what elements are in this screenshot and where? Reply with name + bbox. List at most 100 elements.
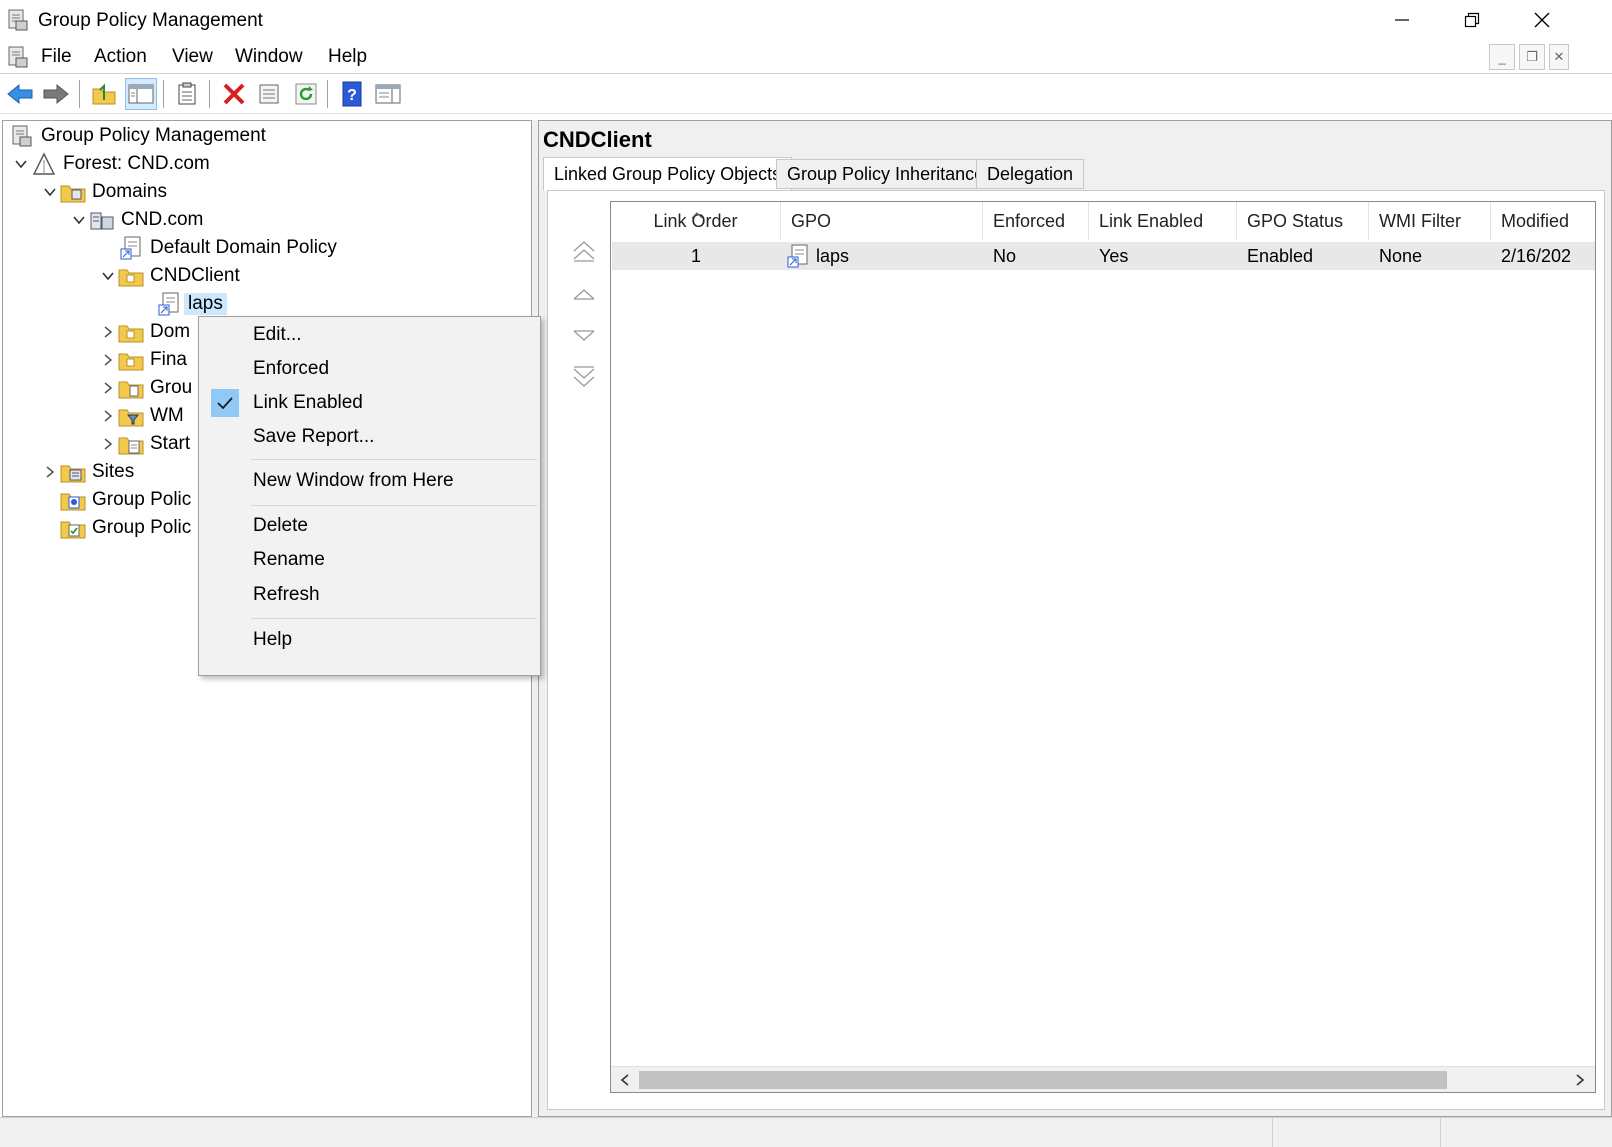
menu-item-label: Help xyxy=(253,629,293,650)
tree-item-starter-gpos[interactable]: Start xyxy=(98,431,190,457)
chevron-down-icon[interactable] xyxy=(40,182,60,202)
menu-item-enforced[interactable]: Enforced xyxy=(201,353,538,385)
back-arrow-icon[interactable] xyxy=(4,78,36,110)
chevron-right-icon[interactable] xyxy=(98,350,118,370)
gpo-link-icon xyxy=(156,292,182,316)
tab-label: Linked Group Policy Objects xyxy=(554,163,782,184)
col-wmi-filter[interactable]: WMI Filter xyxy=(1369,202,1491,240)
chevron-down-icon[interactable] xyxy=(69,210,89,230)
menu-item-rename[interactable]: Rename xyxy=(201,544,538,576)
menu-item-new-window[interactable]: New Window from Here xyxy=(201,465,538,497)
minimize-button[interactable] xyxy=(1367,0,1437,40)
tree-label: CNDClient xyxy=(150,265,240,286)
menu-bar: File Action View Window Help _ ❐ ✕ xyxy=(0,40,1612,74)
menu-file[interactable]: File xyxy=(41,46,72,68)
context-menu: Edit... Enforced Link Enabled Save Repor… xyxy=(198,316,541,676)
help-icon[interactable]: ? xyxy=(336,78,368,110)
tree-label: Start xyxy=(150,433,191,454)
close-button[interactable] xyxy=(1507,0,1577,40)
menu-item-label: Save Report... xyxy=(253,426,375,447)
tab-linked-gpos[interactable]: Linked Group Policy Objects xyxy=(543,157,793,191)
menu-item-refresh[interactable]: Refresh xyxy=(201,579,538,611)
tab-gp-inheritance[interactable]: Group Policy Inheritance xyxy=(776,159,996,189)
mdi-close-button[interactable]: ✕ xyxy=(1549,44,1569,70)
wmi-filter-folder-icon xyxy=(118,404,144,428)
menu-item-link-enabled[interactable]: Link Enabled xyxy=(201,387,538,419)
col-gpo-status[interactable]: GPO Status xyxy=(1237,202,1369,240)
menu-item-delete[interactable]: Delete xyxy=(201,510,538,542)
show-hide-tree-icon[interactable] xyxy=(125,78,157,110)
tree-item-root[interactable]: Group Policy Management xyxy=(9,123,266,149)
tab-label: Delegation xyxy=(987,163,1074,184)
tree-item-domain-controllers[interactable]: Dom xyxy=(98,319,190,345)
menu-item-help[interactable]: Help xyxy=(201,624,538,656)
forward-arrow-icon[interactable] xyxy=(40,78,72,110)
column-header-label: GPO Status xyxy=(1247,210,1344,231)
tree-item-gp-results[interactable]: Group Polic xyxy=(60,515,191,541)
col-link-enabled[interactable]: Link Enabled xyxy=(1089,202,1237,240)
tree-item-finance[interactable]: Fina xyxy=(98,347,187,373)
delete-icon[interactable] xyxy=(218,78,250,110)
cell-gpo-status: Enabled xyxy=(1247,245,1314,266)
tree-item-gp-modeling[interactable]: Group Polic xyxy=(60,487,191,513)
move-down-icon[interactable] xyxy=(568,319,600,351)
linked-gpo-list[interactable]: Link Order GPO Enforced Link Enabled GPO… xyxy=(610,201,1596,1093)
gp-modeling-icon xyxy=(60,488,86,512)
status-divider xyxy=(1440,1118,1441,1147)
column-header-label: Modified xyxy=(1501,210,1570,231)
chevron-right-icon[interactable] xyxy=(98,378,118,398)
sort-ascending-icon xyxy=(691,203,703,225)
menu-item-save-report[interactable]: Save Report... xyxy=(201,421,538,453)
export-list-icon[interactable] xyxy=(171,78,203,110)
toolbar-separator xyxy=(209,80,210,108)
tree-item-group-policy-objects[interactable]: Grou xyxy=(98,375,192,401)
chevron-right-icon[interactable] xyxy=(40,462,60,482)
tree-item-domain-cnd[interactable]: CND.com xyxy=(69,207,203,233)
col-modified[interactable]: Modified xyxy=(1491,202,1595,240)
tree-label: Default Domain Policy xyxy=(150,237,337,258)
container-title: CNDClient xyxy=(543,127,652,152)
tree-label: Fina xyxy=(150,349,187,370)
move-up-icon[interactable] xyxy=(568,279,600,311)
console-menu-icon[interactable] xyxy=(6,45,30,69)
tree-item-laps[interactable]: laps xyxy=(156,291,227,317)
mdi-minimize-button[interactable]: _ xyxy=(1489,44,1515,70)
scroll-left-icon[interactable] xyxy=(614,1069,636,1091)
show-action-pane-icon[interactable] xyxy=(372,78,404,110)
mdi-restore-button[interactable]: ❐ xyxy=(1519,44,1545,70)
tab-delegation[interactable]: Delegation xyxy=(976,159,1085,189)
tree-item-forest[interactable]: Forest: CND.com xyxy=(11,151,210,177)
column-header-label: Enforced xyxy=(993,210,1066,231)
up-folder-icon[interactable] xyxy=(88,78,120,110)
refresh-icon[interactable] xyxy=(290,78,322,110)
restore-button[interactable] xyxy=(1437,0,1507,40)
tree-item-sites[interactable]: Sites xyxy=(40,459,134,485)
chevron-right-icon[interactable] xyxy=(98,406,118,426)
menu-view[interactable]: View xyxy=(172,46,213,68)
toolbar-separator xyxy=(79,80,80,108)
cell-modified: 2/16/202 xyxy=(1501,245,1572,266)
chevron-down-icon[interactable] xyxy=(98,266,118,286)
properties-icon[interactable] xyxy=(253,78,285,110)
menu-window[interactable]: Window xyxy=(235,46,303,68)
tree-item-default-domain-policy[interactable]: Default Domain Policy xyxy=(118,235,337,261)
menu-help[interactable]: Help xyxy=(328,46,367,68)
tree-item-cndclient[interactable]: CNDClient xyxy=(98,263,240,289)
scroll-thumb[interactable] xyxy=(639,1071,1447,1089)
col-enforced[interactable]: Enforced xyxy=(983,202,1089,240)
chevron-right-icon[interactable] xyxy=(98,322,118,342)
menu-action[interactable]: Action xyxy=(94,46,147,68)
horizontal-scrollbar[interactable] xyxy=(611,1066,1595,1092)
scroll-right-icon[interactable] xyxy=(1569,1069,1591,1091)
move-to-bottom-icon[interactable] xyxy=(568,361,600,393)
move-to-top-icon[interactable] xyxy=(568,235,600,267)
tree-label: WM xyxy=(150,405,184,426)
title-bar: Group Policy Management xyxy=(0,0,1612,40)
menu-item-label: Link Enabled xyxy=(253,392,363,413)
chevron-down-icon[interactable] xyxy=(11,154,31,174)
menu-item-edit[interactable]: Edit... xyxy=(201,319,538,351)
tree-item-domains[interactable]: Domains xyxy=(40,179,167,205)
tree-item-wmi-filters[interactable]: WM xyxy=(98,403,184,429)
col-gpo[interactable]: GPO xyxy=(781,202,983,240)
chevron-right-icon[interactable] xyxy=(98,434,118,454)
